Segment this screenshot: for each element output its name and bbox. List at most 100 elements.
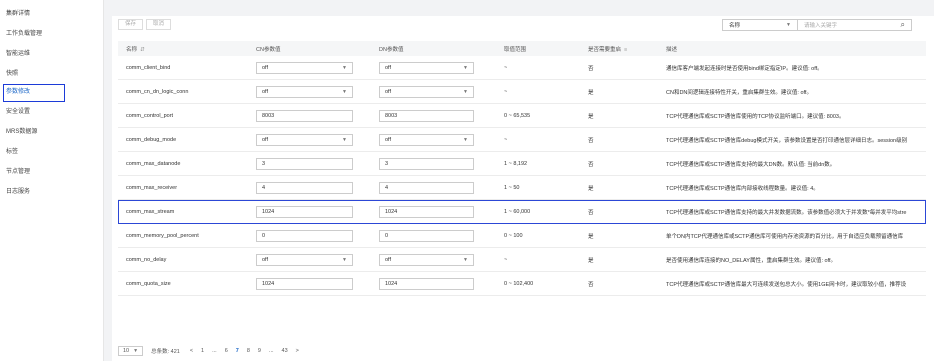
next-page-button[interactable]: > [296,348,299,354]
value-range: 0 ~ 100 [504,232,523,239]
dn-cell: 1024 [379,205,504,218]
dn-cell: 1024 [379,277,504,290]
filter-icon[interactable]: ≡ [624,47,627,53]
param-name: comm_debug_mode [126,136,177,143]
pagination: 10 ▼ 总条数: 421 < 1... 6 7 8 9... 43 > [118,346,303,356]
cn-value-field[interactable]: off ▼ [256,133,353,146]
dn-value-field[interactable]: 3 [379,157,474,170]
page-number[interactable]: 1 [201,348,204,354]
cn-value-field[interactable]: 4 [256,181,353,194]
sidebar-item[interactable]: 安全设置 [0,102,103,122]
table-row: comm_cn_dn_logic_conn off ▼ off ▼ ~ 是 CN和DN间逻辑连… [118,80,926,104]
page-number[interactable]: 6 [225,348,228,354]
dn-cell: 3 [379,157,504,170]
cn-value: 0 [262,232,266,239]
value-range: 0 ~ 65,535 [504,112,531,119]
restart-required: 否 [588,209,594,216]
header-name[interactable]: 名称 ⇵ [118,45,256,53]
header-restart[interactable]: 是否需要重启 ≡ [588,45,666,53]
table-row: comm_no_delay off ▼ off ▼ ~ 是 是否使用通信库连接的NO_DELA… [118,248,926,272]
dn-value-field[interactable]: off ▼ [379,85,474,98]
cn-value-field[interactable]: 3 [256,157,353,170]
filter-field-select[interactable]: 名称 ▼ [722,19,798,31]
dn-cell: 4 [379,181,504,194]
cn-cell: 0 [256,229,379,242]
page-number[interactable]: 9 [258,348,261,354]
value-range: 1 ~ 60,000 [504,208,531,215]
param-description: 通信库客户端发起连接时是否使用bind绑定指定IP。建议值: off。 [666,65,823,72]
filter-field-value: 名称 [729,23,741,29]
caret-down-icon: ▼ [463,64,468,71]
restart-required: 是 [588,185,594,192]
dn-value-field[interactable]: off ▼ [379,61,474,74]
search-icon[interactable]: ⌕ [901,20,905,30]
param-description: TCP代理通信库或SCTP通信库内部接收线程数量。建议值: 4。 [666,185,819,192]
cn-cell: 3 [256,157,379,170]
dn-value: off [385,88,392,95]
cn-value-field[interactable]: 1024 [256,277,353,290]
value-range: ~ [504,256,508,263]
sidebar-item[interactable]: 标签 [0,142,103,162]
table-header: 名称 ⇵ CN参数值 DN参数值 取值范围 是否需要重启 ≡ 描述 [118,41,926,56]
caret-down-icon: ▼ [342,136,347,143]
dn-value: off [385,64,392,71]
filter-bar: 名称 ▼ 请输入关键字 ⌕ [722,19,912,31]
cn-value: 3 [262,160,266,167]
cn-value-field[interactable]: 8003 [256,109,353,122]
dn-value-field[interactable]: 1024 [379,277,474,290]
page-number[interactable]: 7 [236,348,239,354]
sidebar-item[interactable]: 智能运维 [0,44,103,64]
caret-down-icon: ▼ [342,88,347,95]
page-number: ... [212,348,217,354]
restart-required: 是 [588,257,594,264]
dn-value-field[interactable]: 8003 [379,109,474,122]
save-button[interactable]: 保存 [118,19,144,30]
cn-value-field[interactable]: off ▼ [256,253,353,266]
header-desc: 描述 [666,46,678,53]
caret-down-icon: ▼ [342,64,347,71]
dn-value-field[interactable]: off ▼ [379,133,474,146]
prev-page-button[interactable]: < [190,348,193,354]
sidebar-item[interactable]: 节点管理 [0,162,103,182]
page-number[interactable]: 43 [282,348,288,354]
sidebar-item[interactable]: MRS数据源 [0,122,103,142]
sidebar-item[interactable]: 工作负载管理 [0,24,103,44]
cn-cell: 1024 [256,277,379,290]
restart-required: 否 [588,281,594,288]
cn-value-field[interactable]: 1024 [256,205,353,218]
sidebar-item[interactable]: 快照 [0,64,103,84]
dn-value-field[interactable]: 4 [379,181,474,194]
restart-required: 是 [588,113,594,120]
dn-value: 8003 [385,112,398,119]
param-name: comm_max_stream [126,208,175,215]
dn-value-field[interactable]: 1024 [379,205,474,218]
page-size-select[interactable]: 10 ▼ [118,346,144,356]
table-row: comm_max_datanode 3 3 1 ~ 8,192 否 TCP代理通信库或SC… [118,152,926,176]
cancel-button[interactable]: 取消 [146,19,172,30]
sidebar-item[interactable]: 日志服务 [0,182,103,202]
table-row: comm_client_bind off ▼ off ▼ ~ 否 通信库客户端发起连接时是否使… [118,56,926,80]
restart-required: 否 [588,161,594,168]
cn-cell: 8003 [256,109,379,122]
header-range: 取值范围 [504,46,527,53]
sidebar-item[interactable]: 集群详情 [0,4,103,24]
sort-icon[interactable]: ⇵ [140,47,145,53]
value-range: 1 ~ 8,192 [504,160,528,167]
search-placeholder: 请输入关键字 [804,23,838,29]
cn-value: off [262,64,269,71]
dn-value-field[interactable]: off ▼ [379,253,474,266]
page-number[interactable]: 8 [247,348,250,354]
sidebar: 集群详情 工作负载管理 智能运维 快照 参数修改 安全设置 MRS数据源 标签 节点管理 日志服务 [0,0,104,361]
cn-value-field[interactable]: off ▼ [256,85,353,98]
cn-value-field[interactable]: off ▼ [256,61,353,74]
dn-value-field[interactable]: 0 [379,229,474,242]
dn-value: 1024 [385,208,398,215]
dn-cell: off ▼ [379,85,504,98]
cn-value-field[interactable]: 0 [256,229,353,242]
dn-value: 4 [385,184,389,191]
param-name: comm_client_bind [126,64,171,71]
search-input[interactable]: 请输入关键字 ⌕ [798,19,912,31]
sidebar-item[interactable]: 参数修改 [3,84,65,102]
restart-required: 否 [588,65,594,72]
page-size-value: 10 [123,348,130,354]
